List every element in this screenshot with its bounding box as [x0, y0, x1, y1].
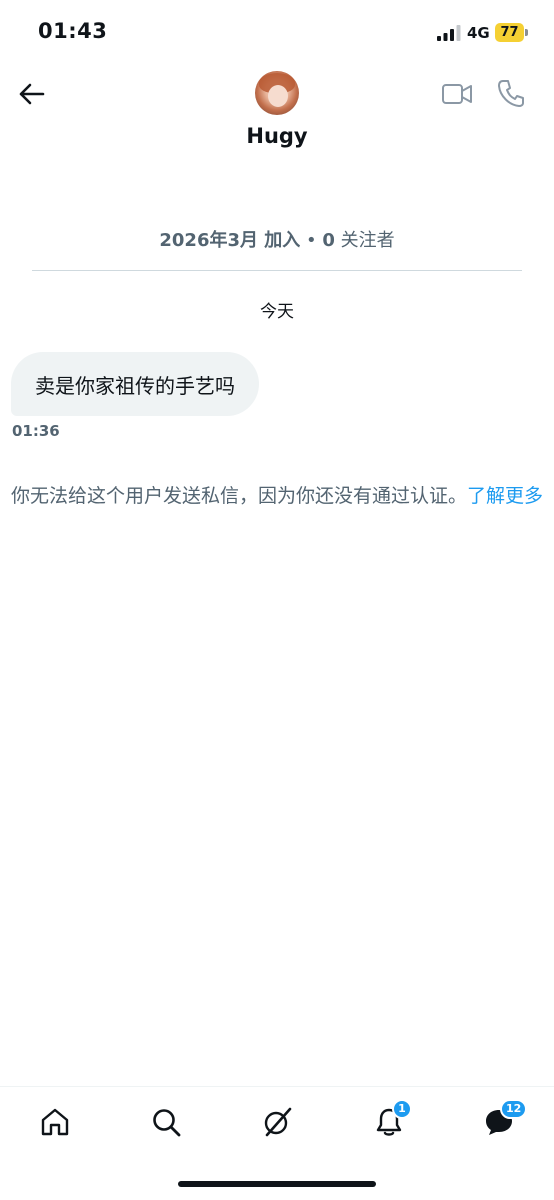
home-icon [41, 1108, 69, 1136]
signal-icon [437, 25, 461, 41]
divider [32, 270, 522, 271]
back-arrow-icon [19, 83, 45, 105]
status-time: 01:43 [38, 19, 108, 43]
notice-text: 你无法给这个用户发送私信，因为你还没有通过认证。 [10, 485, 467, 507]
learn-more-link[interactable]: 了解更多 [467, 485, 543, 507]
tab-notifications[interactable]: 1 [372, 1099, 412, 1139]
conversation-header: Hugy [0, 64, 554, 164]
notifications-badge: 1 [392, 1099, 412, 1119]
home-indicator[interactable] [178, 1181, 376, 1187]
status-bar: 01:43 4G 77 [0, 0, 554, 64]
avatar-face [268, 85, 288, 107]
tab-grok[interactable] [260, 1105, 294, 1139]
tab-messages[interactable]: 12 [482, 1099, 528, 1139]
joined-date: 2026年3月 加入 [159, 230, 301, 251]
messages-badge: 12 [500, 1099, 528, 1119]
battery-level: 77 [495, 23, 524, 42]
info-separator: • [306, 230, 317, 251]
contact-name[interactable]: Hugy [0, 124, 554, 148]
tab-search[interactable] [149, 1105, 183, 1139]
follower-count: 0 [322, 230, 335, 251]
message-timestamp: 01:36 [12, 422, 60, 440]
dm-restriction-notice: 你无法给这个用户发送私信，因为你还没有通过认证。了解更多 [8, 482, 546, 510]
search-icon [153, 1109, 181, 1137]
video-call-icon[interactable] [441, 80, 473, 108]
back-button[interactable] [14, 76, 50, 112]
battery-tip [525, 29, 528, 36]
profile-join-info: 2026年3月 加入 • 0 关注者 [0, 226, 554, 252]
tab-home[interactable] [38, 1105, 72, 1139]
battery-icon: 77 [495, 23, 529, 42]
grok-icon [264, 1107, 292, 1137]
network-type: 4G [467, 24, 490, 42]
message-bubble[interactable]: 卖是你家祖传的手艺吗 [11, 352, 259, 416]
follower-label: 关注者 [340, 230, 395, 251]
phone-icon[interactable] [497, 78, 525, 108]
avatar[interactable] [255, 71, 299, 115]
day-label: 今天 [260, 302, 294, 322]
